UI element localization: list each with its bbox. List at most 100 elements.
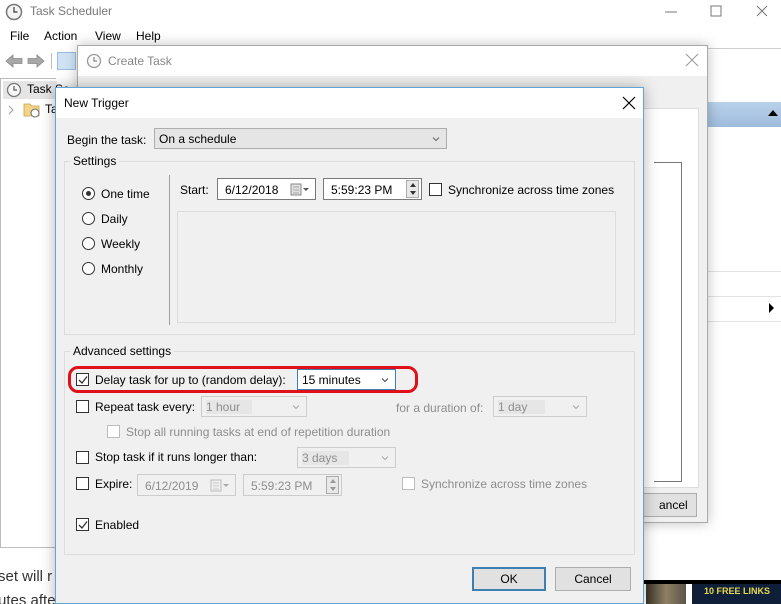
stop-task-longer-label[interactable]: Stop task if it runs longer than: xyxy=(95,450,257,464)
chevron-down-icon xyxy=(572,405,580,410)
create-task-cancel-button[interactable]: ancel xyxy=(638,493,697,517)
close-icon[interactable] xyxy=(754,3,770,19)
stop-task-longer-checkbox[interactable] xyxy=(76,451,89,464)
menu-action[interactable]: Action xyxy=(44,29,77,43)
radio-monthly-label[interactable]: Monthly xyxy=(101,262,143,276)
create-task-title-bar: Create Task xyxy=(78,46,707,76)
ok-button[interactable]: OK xyxy=(472,567,546,591)
duration-label: for a duration of: xyxy=(396,401,484,415)
tree-item-task-scheduler-library-root[interactable]: Task Sc xyxy=(3,81,69,99)
settings-group-title: Settings xyxy=(70,154,120,168)
repeat-task-checkbox[interactable] xyxy=(76,400,89,413)
expire-time-field[interactable]: 5:59:23 PM xyxy=(243,474,342,496)
radio-daily-label[interactable]: Daily xyxy=(101,212,128,226)
new-trigger-title: New Trigger xyxy=(64,96,129,110)
sync-time-zones-checkbox[interactable] xyxy=(429,183,442,196)
calendar-dropdown-icon[interactable] xyxy=(290,183,310,196)
expire-date-picker[interactable]: 6/12/2019 xyxy=(137,474,236,496)
actions-row-divider xyxy=(707,296,781,297)
sync-time-zones-label[interactable]: Synchronize across time zones xyxy=(448,183,614,197)
begin-task-value: On a schedule xyxy=(159,132,237,146)
clock-icon xyxy=(86,53,102,69)
start-date-picker[interactable]: 6/12/2018 xyxy=(217,178,316,200)
expire-checkbox[interactable] xyxy=(76,477,89,490)
chevron-down-icon xyxy=(432,137,440,142)
console-tree: Task Sc Ta xyxy=(0,78,69,548)
actions-pane xyxy=(707,48,781,604)
start-time-field[interactable]: 5:59:23 PM xyxy=(323,178,422,200)
forward-arrow-icon[interactable] xyxy=(27,54,45,68)
expire-time-value: 5:59:23 PM xyxy=(251,479,313,493)
close-icon[interactable] xyxy=(622,96,636,110)
submenu-arrow-icon[interactable] xyxy=(769,303,774,313)
collapse-arrow-icon[interactable] xyxy=(768,110,778,116)
radio-one-time[interactable] xyxy=(82,187,95,200)
cancel-button[interactable]: Cancel xyxy=(555,567,631,591)
toolbar-separator xyxy=(51,53,52,69)
time-spinner[interactable] xyxy=(406,180,419,198)
chevron-down-icon xyxy=(292,405,300,410)
radio-daily[interactable] xyxy=(82,212,95,225)
main-window-title: Task Scheduler xyxy=(30,4,113,18)
calendar-dropdown-icon[interactable] xyxy=(210,479,230,492)
minimize-icon[interactable] xyxy=(663,3,679,19)
radio-weekly-label[interactable]: Weekly xyxy=(101,237,140,251)
menu-file[interactable]: File xyxy=(10,29,29,43)
background-article-text: utes afte xyxy=(0,592,56,604)
chevron-down-icon xyxy=(381,456,389,461)
expire-sync-time-zones-label[interactable]: Synchronize across time zones xyxy=(421,477,587,491)
show-hide-console-tree-button[interactable] xyxy=(57,52,76,70)
repeat-task-label[interactable]: Repeat task every: xyxy=(95,400,195,414)
radio-one-time-label[interactable]: One time xyxy=(101,187,150,201)
main-title-bar: Task Scheduler xyxy=(0,0,781,26)
repeat-interval-dropdown[interactable]: 1 hour xyxy=(201,396,307,417)
start-label: Start: xyxy=(180,183,209,197)
cancel-label: ancel xyxy=(659,498,688,512)
expire-date-value: 6/12/2019 xyxy=(145,479,199,493)
actions-pane-divider xyxy=(707,48,781,49)
maximize-icon[interactable] xyxy=(708,3,724,19)
repeat-duration-dropdown[interactable]: 1 day xyxy=(493,396,587,417)
menu-view[interactable]: View xyxy=(95,29,121,43)
settings-separator xyxy=(169,175,170,325)
stop-repetition-label[interactable]: Stop all running tasks at end of repetit… xyxy=(126,425,390,439)
folder-clock-icon xyxy=(23,103,40,118)
expire-sync-time-zones-checkbox[interactable] xyxy=(402,477,415,490)
recurrence-panel xyxy=(177,211,616,323)
start-date-value: 6/12/2018 xyxy=(225,183,279,197)
menu-bar: File Action View Help xyxy=(0,28,781,46)
create-task-title: Create Task xyxy=(108,54,172,68)
chevron-right-icon[interactable] xyxy=(7,105,15,115)
radio-weekly[interactable] xyxy=(82,237,95,250)
create-task-list-frame xyxy=(654,162,682,482)
close-icon[interactable] xyxy=(685,53,699,67)
back-arrow-icon[interactable] xyxy=(5,54,23,68)
background-thumbnail: 10 FREE LINKS xyxy=(692,584,781,604)
repeat-duration-value: 1 day xyxy=(498,400,546,414)
thumbnail-caption: 10 FREE LINKS xyxy=(704,586,771,596)
begin-task-label: Begin the task: xyxy=(67,133,147,147)
enabled-label[interactable]: Enabled xyxy=(95,518,139,532)
clock-icon xyxy=(6,82,22,98)
stop-task-duration-value: 3 days xyxy=(302,451,350,465)
start-time-value: 5:59:23 PM xyxy=(331,183,393,197)
actions-row-divider xyxy=(707,271,781,272)
menu-help[interactable]: Help xyxy=(136,29,161,43)
clock-icon xyxy=(5,3,23,21)
begin-task-dropdown[interactable]: On a schedule xyxy=(154,128,447,149)
checkmark-icon xyxy=(78,521,88,529)
time-spinner[interactable] xyxy=(326,476,339,494)
background-thumbnail xyxy=(646,584,686,604)
repeat-interval-value: 1 hour xyxy=(206,400,253,414)
stop-repetition-checkbox[interactable] xyxy=(107,425,120,438)
advanced-settings-title: Advanced settings xyxy=(70,344,175,358)
annotation-highlight-ring xyxy=(68,366,418,393)
enabled-checkbox[interactable] xyxy=(76,518,89,531)
actions-row-divider xyxy=(707,321,781,322)
new-trigger-title-bar: New Trigger xyxy=(56,88,643,118)
background-article-text: set will r xyxy=(0,568,53,585)
expire-label[interactable]: Expire: xyxy=(95,477,132,491)
stop-task-duration-dropdown[interactable]: 3 days xyxy=(297,447,396,468)
radio-monthly[interactable] xyxy=(82,262,95,275)
actions-pane-header[interactable] xyxy=(707,102,781,127)
